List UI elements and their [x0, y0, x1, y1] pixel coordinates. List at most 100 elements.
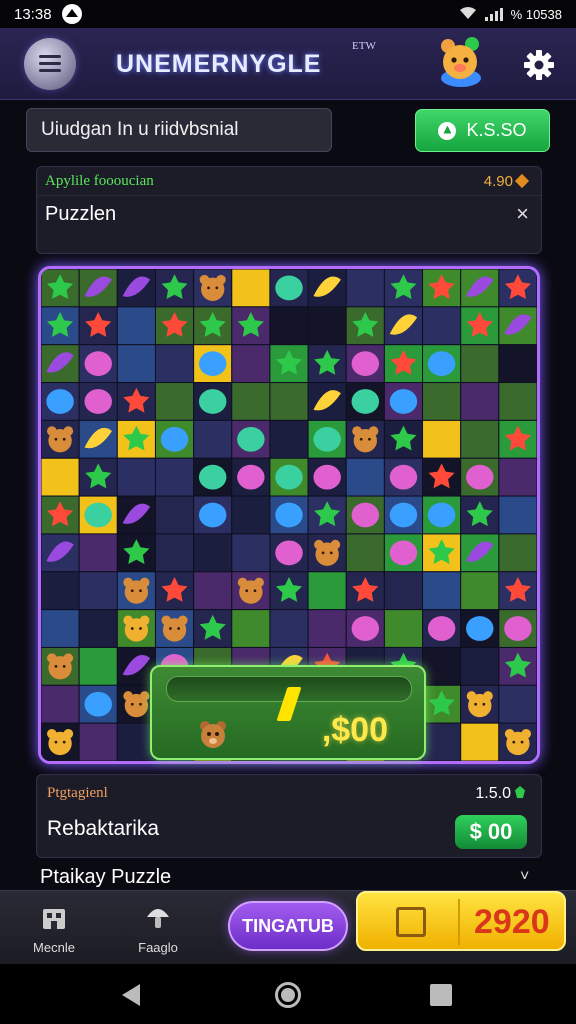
- board-cell[interactable]: [269, 419, 309, 459]
- reward-panel[interactable]: ,$00: [150, 665, 426, 760]
- game-piece-icon[interactable]: [275, 502, 303, 528]
- game-piece-icon[interactable]: [389, 464, 418, 490]
- game-piece-icon[interactable]: [84, 691, 112, 717]
- coins-button[interactable]: 2920: [356, 891, 566, 951]
- game-piece-icon[interactable]: [389, 502, 418, 528]
- game-piece-icon[interactable]: [84, 502, 112, 528]
- board-cell[interactable]: [498, 495, 537, 535]
- board-cell[interactable]: [193, 419, 233, 459]
- board-cell[interactable]: [307, 306, 347, 346]
- game-piece-icon[interactable]: [389, 389, 418, 414]
- board-cell[interactable]: [460, 344, 500, 384]
- board-cell[interactable]: [345, 533, 385, 573]
- game-piece-icon[interactable]: [46, 389, 74, 414]
- board-cell[interactable]: [498, 684, 537, 724]
- board-cell[interactable]: [498, 382, 537, 421]
- game-piece-icon[interactable]: [84, 389, 112, 414]
- nav-item-explore[interactable]: Faaglo: [118, 899, 198, 959]
- board-cell[interactable]: [422, 646, 462, 686]
- board-cell[interactable]: [460, 419, 500, 459]
- board-cell[interactable]: [41, 571, 80, 611]
- game-piece-icon[interactable]: [198, 502, 227, 528]
- board-cell[interactable]: [422, 571, 462, 611]
- board-cell[interactable]: [78, 646, 118, 686]
- game-piece-icon[interactable]: [275, 275, 303, 301]
- game-piece-icon[interactable]: [198, 464, 227, 490]
- board-cell[interactable]: [460, 646, 500, 686]
- board-cell[interactable]: [498, 344, 537, 384]
- board-cell[interactable]: [498, 533, 537, 573]
- game-piece-icon[interactable]: [504, 616, 532, 641]
- game-piece-icon[interactable]: [351, 351, 380, 376]
- board-cell[interactable]: [231, 609, 271, 648]
- board-cell[interactable]: [154, 344, 195, 384]
- board-cell[interactable]: [154, 457, 195, 497]
- chevron-down-icon[interactable]: ˅: [520, 868, 529, 886]
- price-button[interactable]: $ 00: [455, 815, 527, 849]
- game-piece-icon[interactable]: [427, 351, 456, 376]
- board-cell[interactable]: [383, 609, 424, 648]
- board-cell[interactable]: [231, 269, 271, 308]
- game-piece-icon[interactable]: [275, 540, 303, 566]
- game-piece-icon[interactable]: [351, 616, 380, 641]
- board-cell[interactable]: [78, 722, 118, 761]
- game-piece-icon[interactable]: [84, 351, 112, 376]
- game-piece-icon[interactable]: [427, 616, 456, 641]
- board-cell[interactable]: [307, 609, 347, 648]
- bear-mascot-icon[interactable]: [436, 34, 486, 88]
- board-cell[interactable]: [345, 457, 385, 497]
- board-cell[interactable]: [193, 571, 233, 611]
- board-cell[interactable]: [116, 306, 156, 346]
- game-piece-icon[interactable]: [466, 616, 494, 641]
- board-cell[interactable]: [422, 722, 462, 761]
- game-piece-icon[interactable]: [351, 389, 380, 414]
- gear-icon[interactable]: [522, 48, 556, 82]
- recents-icon[interactable]: [430, 984, 452, 1006]
- game-piece-icon[interactable]: [313, 464, 341, 490]
- board-cell[interactable]: [460, 722, 500, 761]
- board-cell[interactable]: [116, 457, 156, 497]
- board-cell[interactable]: [41, 457, 80, 497]
- board-cell[interactable]: [78, 533, 118, 573]
- game-piece-icon[interactable]: [351, 502, 380, 528]
- board-cell[interactable]: [422, 306, 462, 346]
- close-button[interactable]: ×: [516, 201, 529, 227]
- board-cell[interactable]: [460, 382, 500, 421]
- game-piece-icon[interactable]: [466, 464, 494, 490]
- board-cell[interactable]: [422, 382, 462, 421]
- board-cell[interactable]: [231, 382, 271, 421]
- board-cell[interactable]: [116, 344, 156, 384]
- board-cell[interactable]: [78, 571, 118, 611]
- play-button[interactable]: TINGATUB: [228, 901, 348, 951]
- board-cell[interactable]: [193, 533, 233, 573]
- board-cell[interactable]: [231, 495, 271, 535]
- menu-button[interactable]: [24, 38, 76, 90]
- board-cell[interactable]: [345, 269, 385, 308]
- board-cell[interactable]: [231, 344, 271, 384]
- board-cell[interactable]: [41, 609, 80, 648]
- home-icon[interactable]: [275, 982, 301, 1008]
- game-piece-icon[interactable]: [275, 464, 303, 490]
- balance-button[interactable]: K.S.SO: [415, 109, 550, 152]
- board-cell[interactable]: [231, 533, 271, 573]
- game-piece-icon[interactable]: [313, 426, 341, 452]
- board-cell[interactable]: [460, 571, 500, 611]
- board-cell[interactable]: [154, 382, 195, 421]
- board-cell[interactable]: [154, 533, 195, 573]
- board-cell[interactable]: [269, 382, 309, 421]
- game-piece-icon[interactable]: [237, 464, 265, 490]
- game-piece-icon[interactable]: [389, 540, 418, 566]
- game-piece-icon[interactable]: [198, 389, 227, 414]
- board-cell[interactable]: [307, 571, 347, 611]
- board-cell[interactable]: [383, 571, 424, 611]
- back-icon[interactable]: [122, 984, 140, 1006]
- nav-item-home[interactable]: Mecnle: [14, 899, 94, 959]
- game-piece-icon[interactable]: [198, 351, 227, 376]
- board-cell[interactable]: [41, 684, 80, 724]
- board-cell[interactable]: [78, 609, 118, 648]
- board-cell[interactable]: [154, 495, 195, 535]
- board-cell[interactable]: [269, 306, 309, 346]
- game-piece-icon[interactable]: [427, 502, 456, 528]
- game-piece-icon[interactable]: [160, 426, 189, 452]
- board-cell[interactable]: [269, 609, 309, 648]
